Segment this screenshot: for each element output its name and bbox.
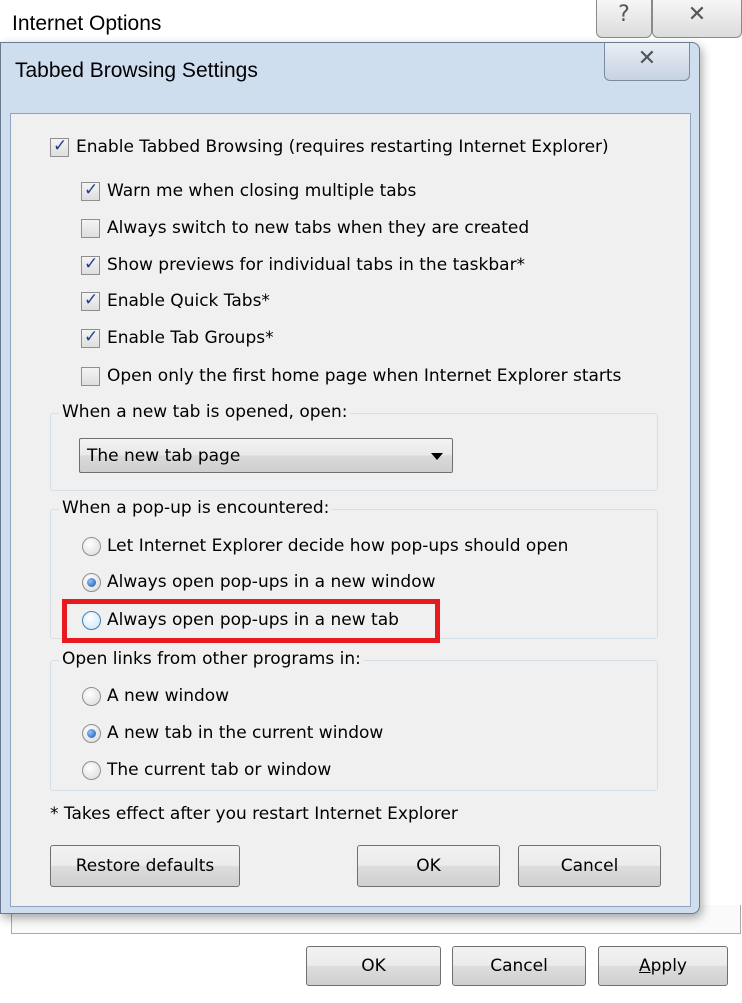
enable-tabbed-browsing-checkbox[interactable]: ✓ Enable Tabbed Browsing (requires resta… — [50, 135, 609, 157]
radio-icon — [82, 686, 101, 706]
help-button[interactable]: ? — [596, 0, 652, 38]
checkbox-icon: ✓ — [81, 289, 100, 311]
radio-label: Always open pop-ups in a new window — [107, 572, 436, 592]
internet-options-title: Internet Options — [12, 12, 162, 35]
warn-closing-tabs-checkbox[interactable]: ✓ Warn me when closing multiple tabs — [81, 179, 417, 201]
dialog-title: Tabbed Browsing Settings — [15, 59, 258, 82]
restore-defaults-button[interactable]: Restore defaults — [50, 845, 240, 887]
apply-label-rest: pply — [650, 956, 687, 976]
checkmark-icon: ✓ — [84, 326, 99, 347]
radio-icon — [82, 536, 101, 556]
checkbox-icon — [81, 366, 100, 386]
first-home-page-checkbox[interactable]: Open only the first home page when Inter… — [81, 366, 621, 386]
checkbox-label: Enable Tab Groups* — [107, 328, 274, 348]
new-tab-select[interactable]: The new tab page — [79, 438, 453, 473]
checkbox-icon: ✓ — [50, 135, 69, 157]
checkbox-icon — [81, 218, 100, 238]
checkbox-icon: ✓ — [81, 253, 100, 275]
checkbox-label: Enable Tabbed Browsing (requires restart… — [76, 137, 609, 157]
radio-label: Let Internet Explorer decide how pop-ups… — [107, 536, 569, 556]
checkmark-icon: ✓ — [84, 179, 99, 200]
checkbox-label: Warn me when closing multiple tabs — [107, 181, 417, 201]
links-current-tab-radio[interactable]: The current tab or window — [82, 760, 331, 780]
options-apply-button[interactable]: Apply — [598, 946, 728, 986]
checkmark-icon: ✓ — [53, 135, 68, 156]
options-ok-button[interactable]: OK — [306, 946, 441, 986]
checkbox-label: Always switch to new tabs when they are … — [107, 218, 530, 238]
checkmark-icon: ✓ — [84, 253, 99, 274]
options-cancel-button[interactable]: Cancel — [452, 946, 586, 986]
dialog-cancel-button[interactable]: Cancel — [518, 845, 661, 887]
close-button[interactable]: ✕ — [652, 0, 742, 38]
checkbox-icon: ✓ — [81, 179, 100, 201]
radio-label: A new window — [107, 686, 230, 706]
radio-icon — [82, 572, 101, 592]
quick-tabs-checkbox[interactable]: ✓ Enable Quick Tabs* — [81, 289, 270, 311]
apply-mnemonic: A — [638, 956, 651, 976]
new-tab-group-label: When a new tab is opened, open: — [59, 402, 351, 422]
popup-ie-decide-radio[interactable]: Let Internet Explorer decide how pop-ups… — [82, 536, 568, 556]
switch-to-new-tabs-checkbox[interactable]: Always switch to new tabs when they are … — [81, 218, 529, 238]
links-new-tab-radio[interactable]: A new tab in the current window — [82, 723, 383, 743]
tab-groups-checkbox[interactable]: ✓ Enable Tab Groups* — [81, 326, 274, 348]
checkbox-label: Show previews for individual tabs in the… — [107, 255, 526, 275]
checkmark-icon: ✓ — [84, 289, 99, 310]
dialog-ok-button[interactable]: OK — [357, 845, 500, 887]
checkbox-icon: ✓ — [81, 326, 100, 348]
taskbar-previews-checkbox[interactable]: ✓ Show previews for individual tabs in t… — [81, 253, 526, 275]
radio-label: A new tab in the current window — [107, 723, 384, 743]
checkbox-label: Enable Quick Tabs* — [107, 291, 270, 311]
new-tab-select-value: The new tab page — [87, 445, 241, 466]
dialog-close-button[interactable]: ✕ — [604, 43, 690, 81]
radio-icon — [82, 760, 101, 780]
close-icon: ✕ — [637, 46, 657, 71]
links-group-label: Open links from other programs in: — [59, 649, 364, 669]
restart-footnote: * Takes effect after you restart Interne… — [50, 804, 458, 824]
close-icon: ✕ — [687, 2, 707, 27]
popup-group-label: When a pop-up is encountered: — [59, 498, 333, 518]
radio-icon — [82, 723, 101, 743]
checkbox-label: Open only the first home page when Inter… — [107, 366, 622, 386]
links-new-window-radio[interactable]: A new window — [82, 686, 229, 706]
popup-new-window-radio[interactable]: Always open pop-ups in a new window — [82, 572, 436, 592]
chevron-down-icon — [431, 453, 443, 460]
radio-label: The current tab or window — [107, 760, 332, 780]
highlight-box — [62, 599, 440, 643]
help-icon: ? — [618, 2, 630, 27]
